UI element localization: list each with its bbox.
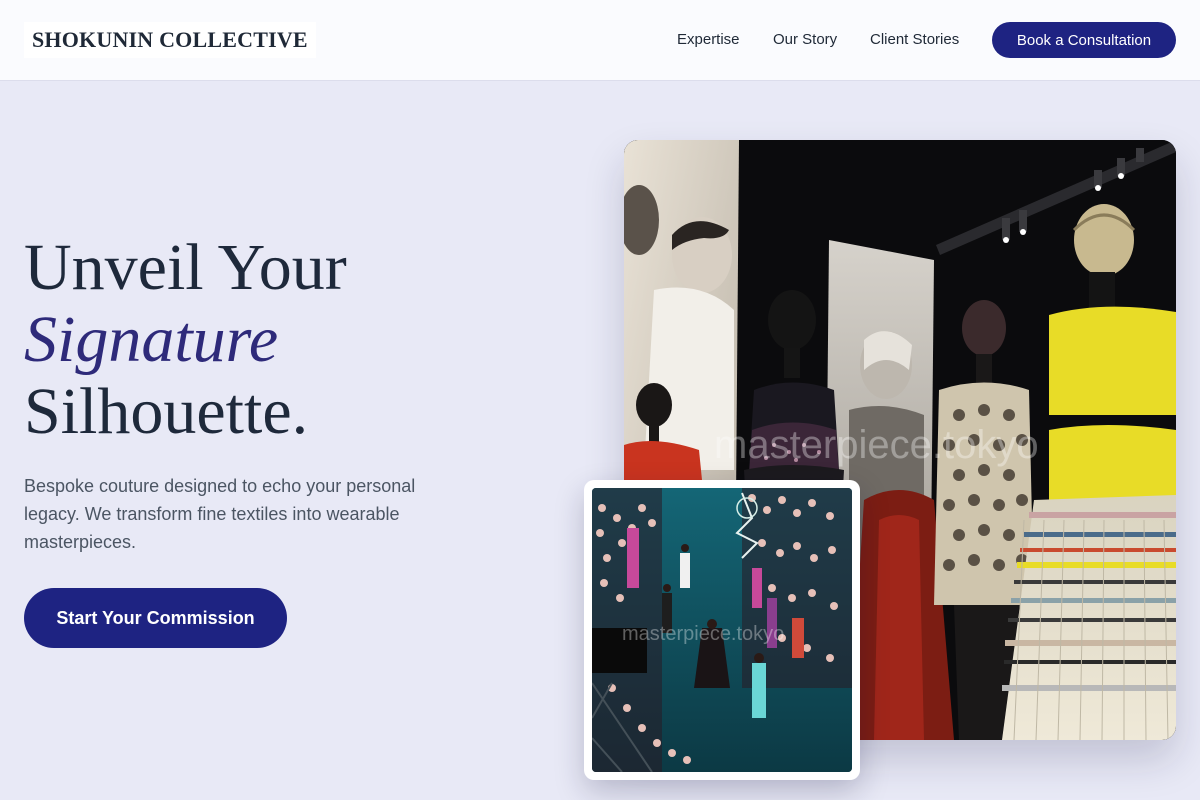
hero-description: Bespoke couture designed to echo your pe… <box>24 476 416 552</box>
hero-title: Unveil Your Signature Silhouette. <box>24 232 544 448</box>
hero-title-line-1: Unveil Your <box>24 231 347 304</box>
runway-photo-illustration: masterpiece.tokyo <box>592 488 852 772</box>
hero-title-line-3: Silhouette. <box>24 375 309 448</box>
nav-link-client-stories[interactable]: Client Stories <box>870 30 959 50</box>
runway-photo-frame: masterpiece.tokyo <box>584 480 860 780</box>
runway-photo: masterpiece.tokyo <box>592 488 852 772</box>
hero-title-accent: Signature <box>24 303 279 376</box>
nav-link-expertise[interactable]: Expertise <box>677 30 740 50</box>
book-consultation-button[interactable]: Book a Consultation <box>992 22 1176 58</box>
site-header: SHOKUNIN COLLECTIVE Expertise Our Story … <box>0 0 1200 80</box>
exhibition-photo-watermark: masterpiece.tokyo <box>714 423 1039 467</box>
brand-logo[interactable]: SHOKUNIN COLLECTIVE <box>24 22 316 58</box>
runway-photo-watermark: masterpiece.tokyo <box>622 623 784 645</box>
start-commission-button[interactable]: Start Your Commission <box>24 588 287 648</box>
nav-link-our-story[interactable]: Our Story <box>773 30 837 50</box>
